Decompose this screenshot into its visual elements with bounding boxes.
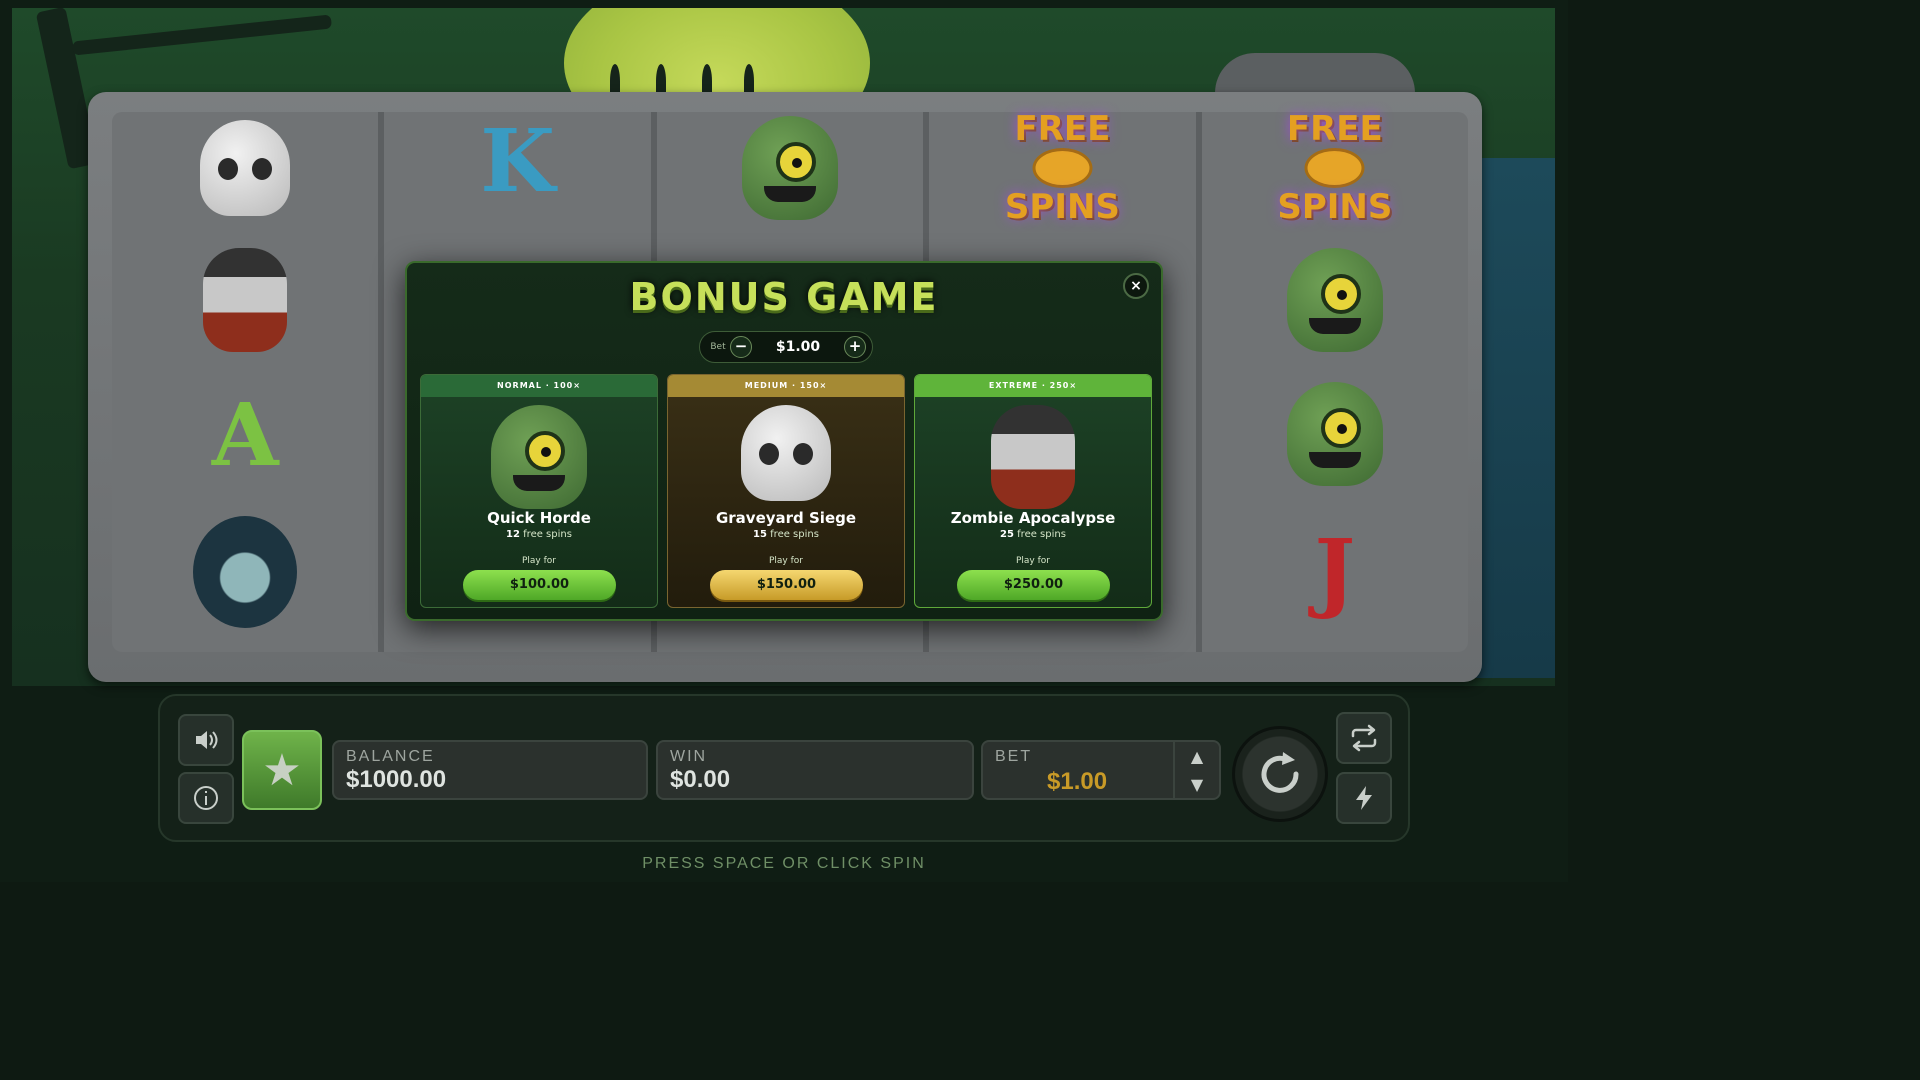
symbol-letter-k: K <box>480 111 555 212</box>
buy-normal-button[interactable]: $100.00 <box>463 570 616 600</box>
option-tier: MEDIUM · 150× <box>668 375 904 397</box>
bonus-option-extreme[interactable]: EXTREME · 250× Zombie Apocalypse 25 free… <box>914 374 1152 608</box>
info-button[interactable] <box>178 772 234 824</box>
favorite-button[interactable]: ★ <box>242 730 322 810</box>
spin-hint: PRESS SPACE OR CLICK SPIN <box>642 855 926 872</box>
symbol-free-spins: FREE SPINS <box>1277 109 1393 227</box>
autoplay-button[interactable] <box>1336 712 1392 764</box>
repeat-icon <box>1351 724 1377 752</box>
slot-game-screen: A K FREE SPINS FREE SPINS J BONUS GAME ×… <box>0 0 1568 882</box>
bonus-game-modal: BONUS GAME × Bet − $1.00 + NORMAL · 100×… <box>405 261 1163 621</box>
reel-5: FREE SPINS J <box>1202 112 1468 652</box>
bet-down-button[interactable]: ▼ <box>1191 775 1203 794</box>
option-name: Quick Horde <box>487 509 591 527</box>
lightning-icon <box>1356 786 1372 810</box>
bonus-bet-control: Bet − $1.00 + <box>699 331 873 363</box>
option-name: Graveyard Siege <box>715 509 857 527</box>
buy-extreme-button[interactable]: $250.00 <box>957 570 1110 600</box>
play-for-label: Play for <box>521 556 556 566</box>
bet-decrease-button[interactable]: − <box>730 336 752 358</box>
option-name: Zombie Apocalypse <box>950 509 1116 527</box>
symbol-letter-a: A <box>211 385 279 486</box>
symbol-green-zombie-head <box>1286 378 1383 490</box>
spin-icon <box>1261 752 1299 793</box>
play-for-label: Play for <box>768 556 803 566</box>
modal-title: BONUS GAME <box>629 275 939 319</box>
skull-icon <box>741 405 831 501</box>
bonus-options: NORMAL · 100× Quick Horde 12 free spins … <box>420 374 1152 608</box>
green-zombie-head-icon <box>491 405 587 509</box>
speaker-icon <box>196 731 218 749</box>
tree-branch <box>71 14 333 56</box>
option-spins: 15 free spins <box>753 529 819 540</box>
star-icon: ★ <box>262 744 302 796</box>
bonus-option-medium[interactable]: MEDIUM · 150× Graveyard Siege 15 free sp… <box>667 374 905 608</box>
bet-display: BET $1.00 ▲ ▼ <box>981 740 1221 800</box>
buy-medium-button[interactable]: $150.00 <box>710 570 863 600</box>
symbol-letter-j: J <box>1314 521 1356 622</box>
bet-amount: $1.00 <box>775 339 821 355</box>
symbol-zombie-man-head <box>203 244 288 356</box>
play-for-label: Play for <box>1015 556 1050 566</box>
spin-button[interactable] <box>1232 726 1328 822</box>
control-bar: ★ BALANCE $1000.00 WIN $0.00 BET $1.00 ▲… <box>158 694 1410 842</box>
symbol-free-spins: FREE SPINS <box>1004 109 1120 227</box>
option-spins: 25 free spins <box>1000 529 1066 540</box>
bonus-option-normal[interactable]: NORMAL · 100× Quick Horde 12 free spins … <box>420 374 658 608</box>
option-tier: EXTREME · 250× <box>915 375 1151 397</box>
win-display: WIN $0.00 <box>656 740 974 800</box>
balance-display: BALANCE $1000.00 <box>332 740 648 800</box>
zombie-man-head-icon <box>991 405 1075 509</box>
turbo-button[interactable] <box>1336 772 1392 824</box>
symbol-green-zombie-head <box>1286 244 1383 356</box>
option-tier: NORMAL · 100× <box>421 375 657 397</box>
bet-label: Bet <box>710 342 726 352</box>
sound-button[interactable] <box>178 714 234 766</box>
reel-1: A <box>112 112 385 652</box>
info-icon <box>194 786 218 810</box>
symbol-green-zombie-head <box>742 112 839 224</box>
symbol-ghost-lady <box>193 512 298 632</box>
symbol-skull <box>200 112 291 224</box>
bet-up-button[interactable]: ▲ <box>1191 747 1203 766</box>
bet-increase-button[interactable]: + <box>844 336 866 358</box>
close-button[interactable]: × <box>1123 273 1149 299</box>
option-spins: 12 free spins <box>506 529 572 540</box>
